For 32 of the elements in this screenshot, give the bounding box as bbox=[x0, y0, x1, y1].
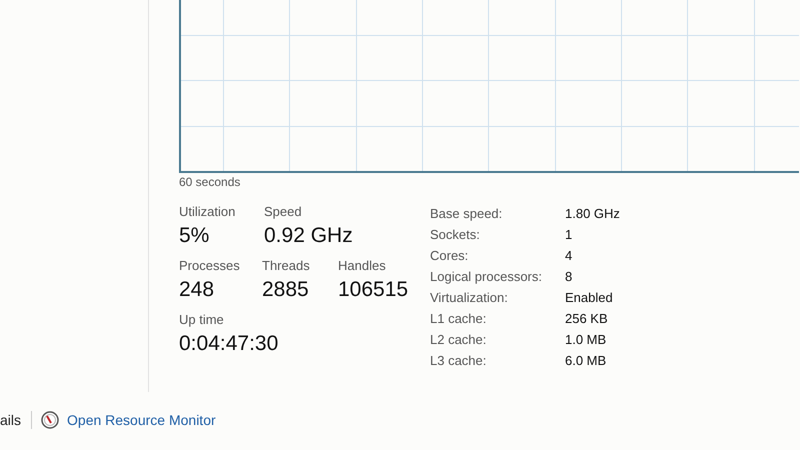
detail-value: 4 bbox=[565, 246, 572, 265]
stat-label: Speed bbox=[264, 203, 302, 221]
stat-value: 0:04:47:30 bbox=[179, 331, 278, 357]
detail-label: L3 cache: bbox=[430, 352, 488, 370]
detail-label: Logical processors: bbox=[430, 268, 543, 286]
stat-value: 0.92 GHz bbox=[264, 223, 353, 249]
stat-label: Threads bbox=[262, 257, 310, 275]
detail-value: 1 bbox=[565, 226, 572, 244]
detail-value: 8 bbox=[565, 268, 572, 286]
graph-time-label: 60 seconds bbox=[179, 174, 240, 191]
gauge-icon bbox=[41, 411, 60, 429]
stat-label: Handles bbox=[338, 257, 386, 275]
detail-value: Enabled bbox=[565, 288, 613, 307]
detail-label: L1 cache: bbox=[430, 310, 488, 328]
stat-label: Utilization bbox=[179, 203, 236, 221]
stat-label: Processes bbox=[179, 257, 240, 275]
detail-label: L2 cache: bbox=[430, 330, 488, 349]
details-link[interactable]: ails bbox=[0, 410, 22, 430]
stat-value: 5% bbox=[179, 223, 210, 249]
detail-label: Base speed: bbox=[430, 204, 504, 223]
detail-label: Cores: bbox=[430, 246, 470, 265]
detail-label: Sockets: bbox=[430, 226, 481, 244]
detail-value: 256 KB bbox=[565, 310, 608, 328]
stat-value: 248 bbox=[179, 277, 214, 303]
detail-value: 6.0 MB bbox=[565, 352, 606, 370]
stat-value: 106515 bbox=[338, 277, 408, 303]
stat-label: Up time bbox=[179, 311, 224, 329]
stat-value: 2885 bbox=[262, 277, 309, 303]
resource-monitor-link[interactable]: Open Resource Monitor bbox=[67, 410, 216, 430]
detail-value: 1.0 MB bbox=[565, 330, 606, 349]
detail-label: Virtualization: bbox=[430, 288, 509, 307]
detail-value: 1.80 GHz bbox=[565, 204, 620, 223]
